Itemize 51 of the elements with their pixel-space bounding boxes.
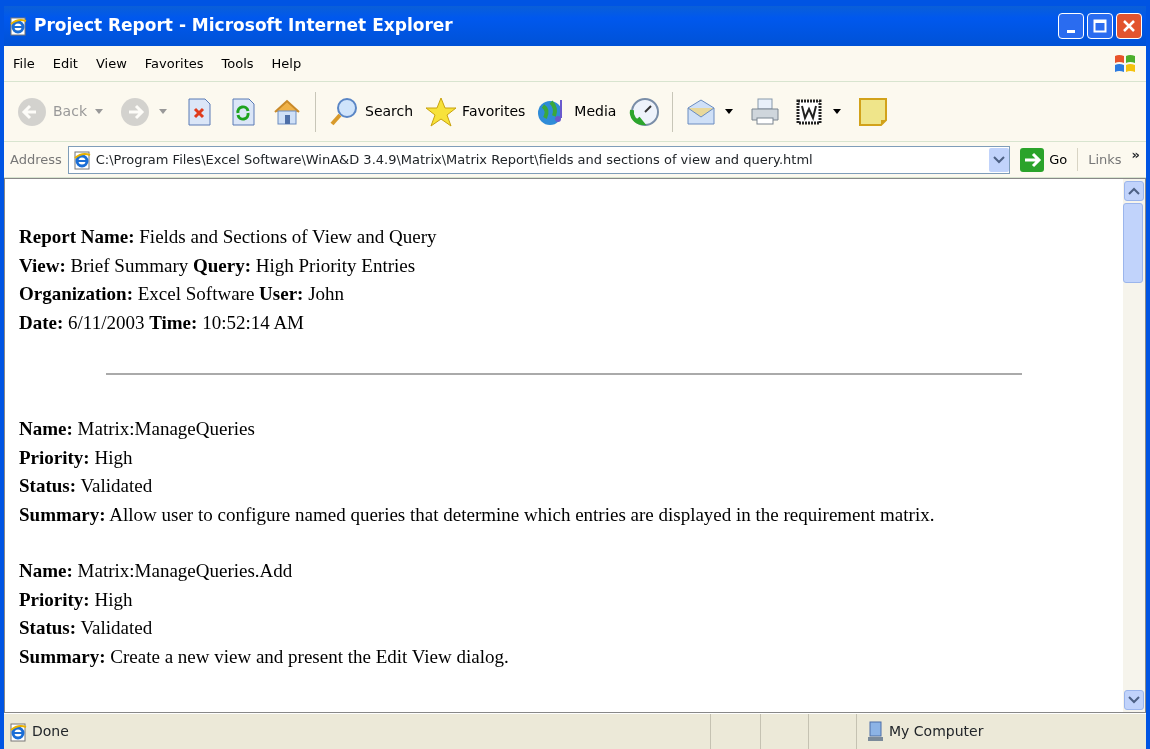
computer-icon bbox=[865, 720, 885, 743]
report-line: Name: Matrix:ManageQueries bbox=[19, 417, 256, 441]
scroll-thumb[interactable] bbox=[1123, 203, 1143, 283]
report-line: Priority: High bbox=[19, 587, 134, 612]
star-icon bbox=[425, 95, 458, 128]
magnifier-icon bbox=[328, 95, 360, 128]
close-button[interactable] bbox=[1116, 13, 1142, 39]
history-clock-icon bbox=[628, 95, 661, 128]
address-label: Address bbox=[10, 150, 62, 169]
page-icon bbox=[8, 721, 28, 742]
report-line: Summary: Create a new view and present the Edit View dialog. bbox=[19, 644, 510, 669]
report-line: Status: Validated bbox=[19, 616, 154, 640]
report-line: Report Name: Fields and Sections of View and Query bbox=[19, 225, 438, 249]
report-line: Organization: Excel Software User: John bbox=[19, 282, 346, 306]
more-chevron[interactable]: » bbox=[1131, 144, 1140, 165]
menu-item[interactable]: Tools bbox=[212, 51, 263, 76]
close-icon bbox=[1122, 19, 1136, 33]
report-line: Summary: Allow user to configure named queries that determine which entries are displayed in the requirement matrix. bbox=[19, 502, 936, 527]
toolbar-button[interactable]: Media bbox=[533, 93, 621, 130]
security-zone-text: My Computer bbox=[889, 722, 984, 741]
maximize-button[interactable] bbox=[1087, 13, 1113, 39]
menu-item[interactable]: View bbox=[86, 51, 136, 76]
menu-item[interactable]: Edit bbox=[43, 51, 87, 76]
scroll-up-button[interactable] bbox=[1124, 181, 1144, 201]
minimize-button[interactable] bbox=[1058, 13, 1084, 39]
maximize-icon bbox=[1093, 19, 1107, 33]
printer-icon bbox=[749, 95, 782, 128]
menu-item[interactable]: Favorites bbox=[135, 51, 213, 76]
scroll-down-button[interactable] bbox=[1124, 690, 1144, 710]
address-field[interactable]: C:\Program Files\Excel Software\WinA&D 3.4.9\Matrix\Matrix Report\fields and sections of view and query.html bbox=[67, 145, 1011, 174]
page-icon bbox=[8, 16, 28, 36]
dropdown-caret-icon[interactable] bbox=[725, 109, 734, 114]
sticky-note-icon bbox=[857, 95, 890, 128]
toolbar-button[interactable]: Search bbox=[324, 93, 418, 130]
report-line: Status: Validated bbox=[19, 474, 154, 498]
status-text: Done bbox=[32, 722, 69, 741]
minimize-icon bbox=[1067, 30, 1075, 33]
report-line: Name: Matrix:ManageQueries.Add bbox=[19, 559, 294, 583]
go-button[interactable]: Go bbox=[1016, 145, 1072, 174]
toolbar-button[interactable]: Favorites bbox=[421, 93, 530, 130]
report-line: Priority: High bbox=[19, 445, 134, 470]
links-button[interactable]: Links bbox=[1077, 147, 1126, 172]
up-caret-icon bbox=[1128, 187, 1140, 195]
down-caret-icon bbox=[1128, 696, 1140, 704]
menu-item[interactable]: Help bbox=[262, 51, 311, 76]
report-line: Date: 6/11/2003 Time: 10:52:14 AM bbox=[19, 310, 305, 335]
page-icon bbox=[71, 149, 92, 170]
dropdown-caret-icon[interactable] bbox=[833, 109, 842, 114]
report-line: View: Brief Summary Query: High Priority Entries bbox=[19, 253, 417, 278]
menu-item[interactable]: File bbox=[4, 51, 44, 76]
window-title: Project Report - Microsoft Internet Explorer bbox=[34, 14, 454, 38]
